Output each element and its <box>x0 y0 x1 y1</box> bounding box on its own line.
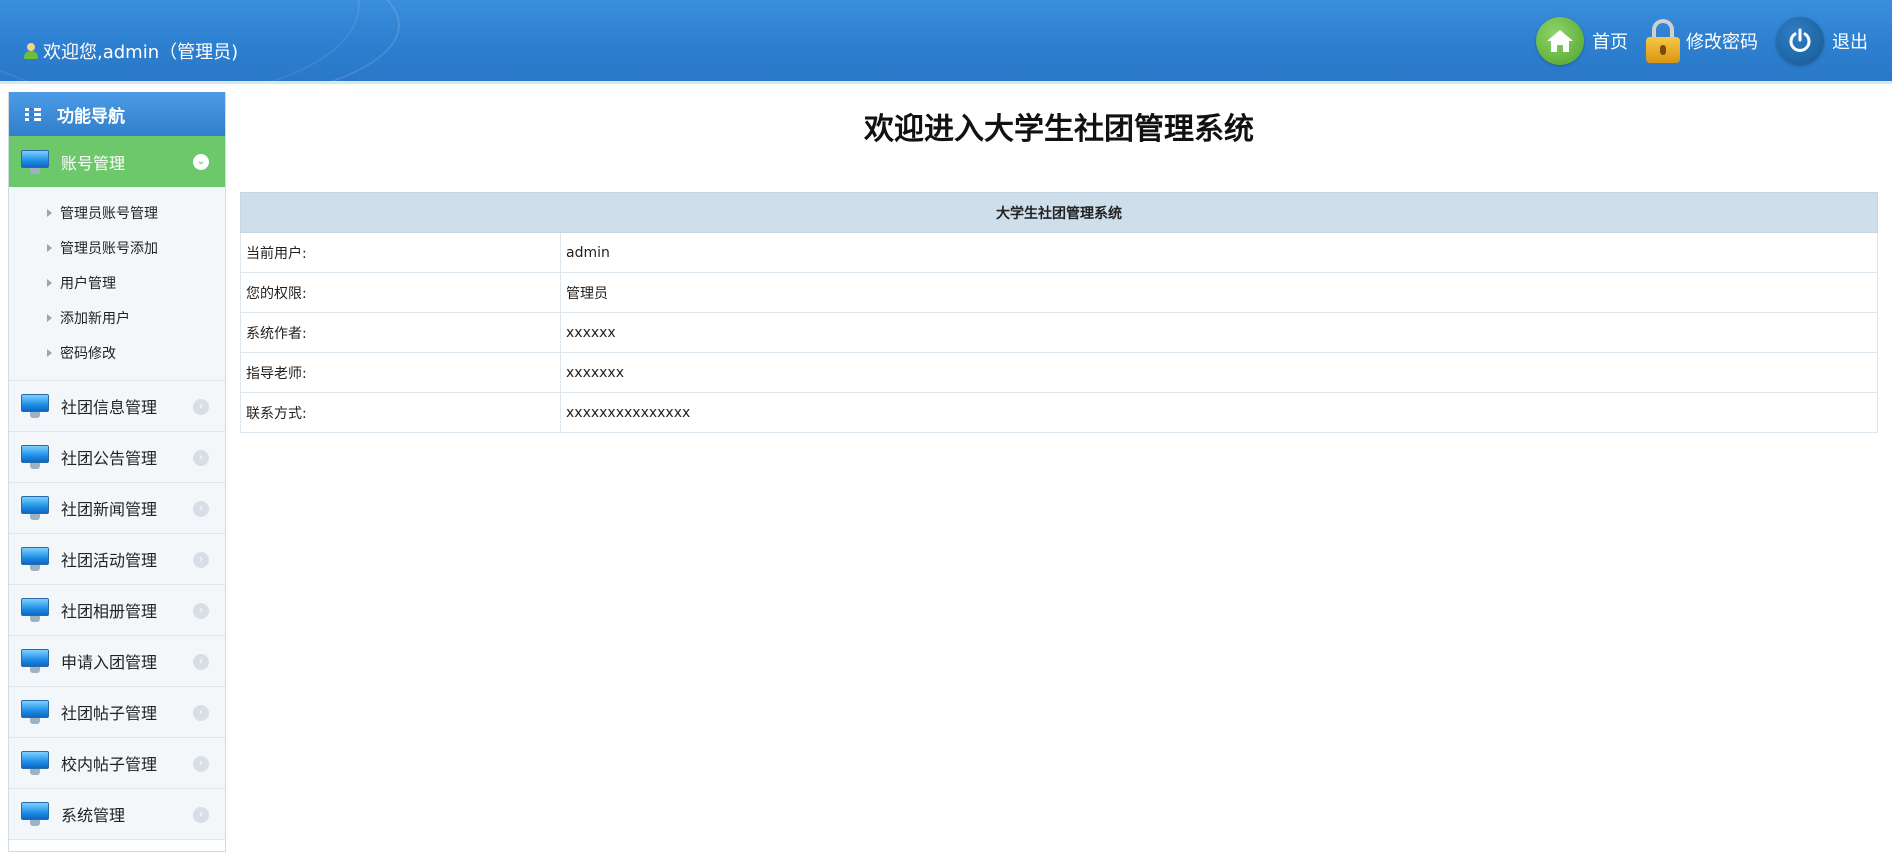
sidebar-group-club-info[interactable]: 社团信息管理 › <box>9 381 225 432</box>
monitor-icon <box>21 751 49 775</box>
sidebar-item-password[interactable]: 密码修改 <box>9 335 225 370</box>
list-icon <box>25 107 41 121</box>
chevron-right-icon: › <box>193 654 209 670</box>
system-info-table: 大学生社团管理系统 当前用户: admin 您的权限: 管理员 系统作者: xx… <box>240 192 1878 433</box>
caret-right-icon <box>47 208 52 217</box>
sidebar-item-users[interactable]: 用户管理 <box>9 265 225 300</box>
sidebar-item-admin-accounts[interactable]: 管理员账号管理 <box>9 195 225 230</box>
row-label: 系统作者: <box>240 312 561 353</box>
nav-title-label: 功能导航 <box>57 106 125 127</box>
monitor-icon <box>21 149 49 174</box>
caret-right-icon <box>47 313 52 322</box>
chevron-right-icon: › <box>193 450 209 466</box>
welcome-text: 欢迎您,admin（管理员) <box>43 42 239 63</box>
page-title: 欢迎进入大学生社团管理系统 <box>864 112 1254 147</box>
home-link[interactable]: 首页 <box>1536 17 1628 65</box>
monitor-icon <box>21 394 49 418</box>
sidebar-group-system[interactable]: 系统管理 › <box>9 789 225 840</box>
sidebar-group-club-news[interactable]: 社团新闻管理 › <box>9 483 225 534</box>
row-label: 联系方式: <box>240 392 561 433</box>
table-row: 当前用户: admin <box>240 232 1878 273</box>
row-value: 管理员 <box>560 272 1878 313</box>
sidebar: 功能导航 账号管理 ⌄ 管理员账号管理 管理员账号添加 用户管理 添加新用户 密… <box>8 92 226 852</box>
chevron-right-icon: › <box>193 552 209 568</box>
row-value: xxxxxxxxxxxxxxx <box>560 392 1878 433</box>
logout-link[interactable]: 退出 <box>1776 17 1868 65</box>
sidebar-group-club-posts[interactable]: 社团帖子管理 › <box>9 687 225 738</box>
change-password-link[interactable]: 修改密码 <box>1646 19 1758 63</box>
welcome-message: 欢迎您,admin（管理员) <box>24 38 238 64</box>
sidebar-item-admin-add[interactable]: 管理员账号添加 <box>9 230 225 265</box>
monitor-icon <box>21 496 49 520</box>
change-password-label: 修改密码 <box>1686 32 1758 53</box>
row-label: 指导老师: <box>240 352 561 393</box>
table-header-row: 大学生社团管理系统 <box>240 192 1878 233</box>
chevron-right-icon: › <box>193 756 209 772</box>
home-label: 首页 <box>1592 32 1628 53</box>
table-caption: 大学生社团管理系统 <box>240 192 1878 233</box>
power-icon <box>1776 17 1824 65</box>
table-row: 系统作者: xxxxxx <box>240 312 1878 353</box>
sidebar-item-add-user[interactable]: 添加新用户 <box>9 300 225 335</box>
row-value: xxxxxxx <box>560 352 1878 393</box>
monitor-icon <box>21 598 49 622</box>
table-row: 联系方式: xxxxxxxxxxxxxxx <box>240 392 1878 433</box>
row-value: xxxxxx <box>560 312 1878 353</box>
monitor-icon <box>21 547 49 571</box>
sidebar-submenu: 管理员账号管理 管理员账号添加 用户管理 添加新用户 密码修改 <box>9 187 225 381</box>
sidebar-group-account[interactable]: 账号管理 ⌄ <box>9 136 225 187</box>
caret-right-icon <box>47 243 52 252</box>
monitor-icon <box>21 802 49 826</box>
chevron-down-icon: ⌄ <box>193 154 209 170</box>
sidebar-group-club-activity[interactable]: 社团活动管理 › <box>9 534 225 585</box>
table-row: 您的权限: 管理员 <box>240 272 1878 313</box>
sidebar-group-join-requests[interactable]: 申请入团管理 › <box>9 636 225 687</box>
sidebar-group-campus-posts[interactable]: 校内帖子管理 › <box>9 738 225 789</box>
row-label: 当前用户: <box>240 232 561 273</box>
caret-right-icon <box>47 278 52 287</box>
nav-title: 功能导航 <box>9 92 225 136</box>
monitor-icon <box>21 700 49 724</box>
top-header: 欢迎您,admin（管理员) 首页 修改密码 退出 <box>0 0 1892 84</box>
sidebar-group-label: 账号管理 <box>61 153 126 173</box>
table-row: 指导老师: xxxxxxx <box>240 352 1878 393</box>
caret-right-icon <box>47 348 52 357</box>
user-icon <box>24 43 38 59</box>
chevron-right-icon: › <box>193 399 209 415</box>
home-icon <box>1536 17 1584 65</box>
row-value: admin <box>560 232 1878 273</box>
top-nav: 首页 修改密码 退出 <box>1518 17 1868 65</box>
main-content: 欢迎进入大学生社团管理系统 大学生社团管理系统 当前用户: admin 您的权限… <box>240 92 1878 433</box>
chevron-right-icon: › <box>193 705 209 721</box>
monitor-icon <box>21 649 49 673</box>
chevron-right-icon: › <box>193 603 209 619</box>
logout-label: 退出 <box>1832 32 1868 53</box>
row-label: 您的权限: <box>240 272 561 313</box>
chevron-right-icon: › <box>193 501 209 517</box>
lock-icon <box>1646 19 1680 63</box>
sidebar-group-club-notice[interactable]: 社团公告管理 › <box>9 432 225 483</box>
monitor-icon <box>21 445 49 469</box>
sidebar-group-club-album[interactable]: 社团相册管理 › <box>9 585 225 636</box>
chevron-right-icon: › <box>193 807 209 823</box>
